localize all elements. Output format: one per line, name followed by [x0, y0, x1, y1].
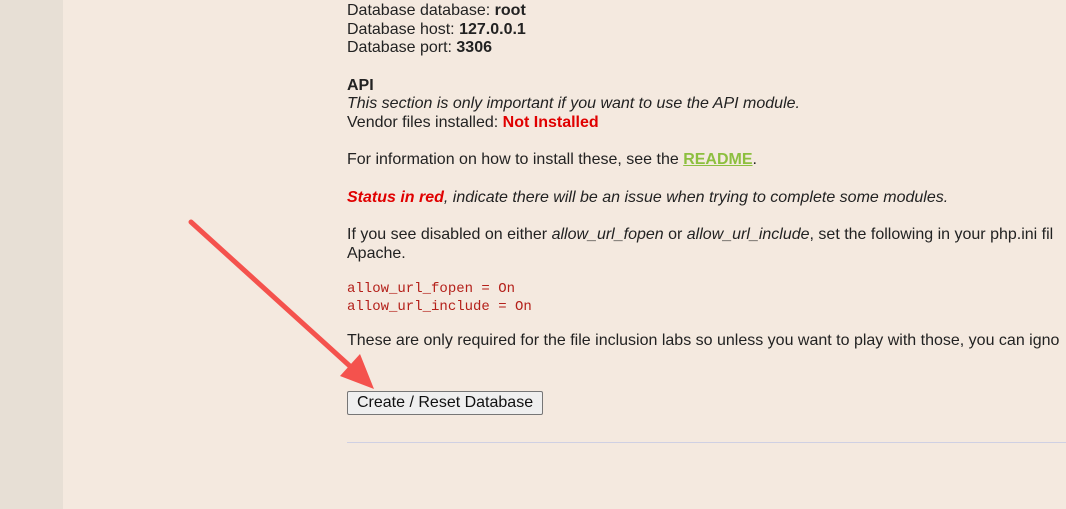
url-info-line2: Apache.: [347, 244, 406, 262]
url-info: If you see disabled on either allow_url_…: [347, 226, 1066, 245]
code-line-include: allow_url_include = On: [347, 299, 532, 315]
db-host-row: Database host: 127.0.0.1: [347, 21, 1066, 40]
url-info-part1: If you see disabled on either: [347, 226, 552, 243]
url-info-fopen: allow_url_fopen: [551, 226, 664, 243]
readme-prefix: For information on how to install these,…: [347, 151, 684, 168]
api-note: This section is only important if you wa…: [347, 95, 800, 112]
api-section-title: API: [347, 76, 374, 94]
db-port-label: Database port:: [347, 39, 457, 56]
db-database-value: root: [494, 2, 526, 19]
db-host-value: 127.0.0.1: [459, 20, 526, 38]
horizontal-divider: [347, 442, 1066, 443]
db-host-label: Database host:: [347, 20, 460, 38]
vendor-status: Not Installed: [502, 113, 599, 131]
setup-content: Database database: root Database host: 1…: [347, 0, 1066, 351]
url-info-part2: or: [663, 226, 687, 243]
readme-link[interactable]: README: [683, 151, 752, 168]
vendor-row: Vendor files installed: Not Installed: [347, 114, 1066, 133]
db-database-label: Database database:: [347, 2, 495, 19]
url-info-include: allow_url_include: [686, 226, 810, 243]
readme-info: For information on how to install these,…: [347, 151, 1066, 170]
readme-suffix: .: [752, 151, 757, 168]
code-line-fopen: allow_url_fopen = On: [347, 281, 516, 297]
vendor-label: Vendor files installed:: [347, 113, 503, 131]
status-note: Status in red, indicate there will be an…: [347, 189, 1066, 208]
php-ini-code-block: allow_url_fopen = On allow_url_include =…: [347, 280, 1066, 316]
status-note-red: Status in red: [347, 188, 444, 206]
status-note-rest: , indicate there will be an issue when t…: [443, 188, 949, 206]
db-database-row: Database database: root: [347, 2, 1066, 21]
db-port-row: Database port: 3306: [347, 39, 1066, 58]
url-info-part3: , set the following in your php.ini fil: [809, 226, 1054, 243]
db-port-value: 3306: [456, 39, 492, 56]
inclusion-note: These are only required for the file inc…: [347, 332, 1060, 349]
create-reset-database-button[interactable]: Create / Reset Database: [347, 391, 544, 415]
left-sidebar-gutter: [0, 0, 63, 509]
